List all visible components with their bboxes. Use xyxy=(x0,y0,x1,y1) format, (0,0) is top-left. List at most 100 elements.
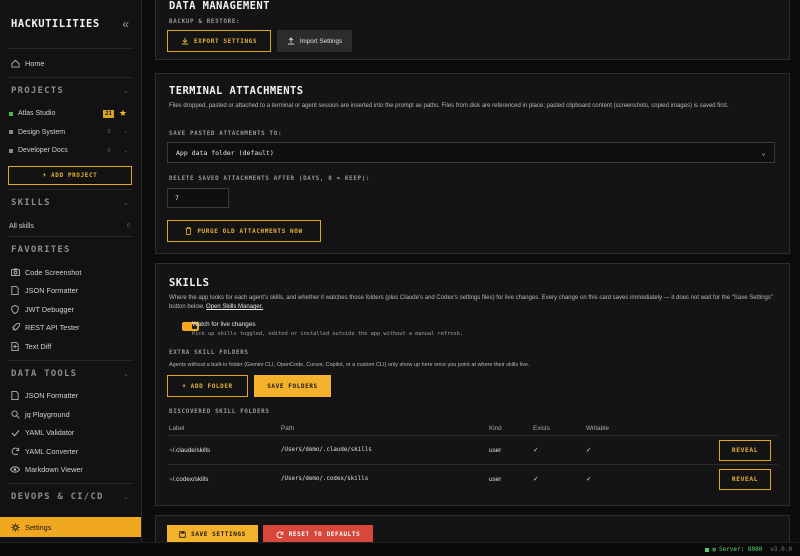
purge-attachments-button[interactable]: PURGE OLD ATTACHMENTS NOW xyxy=(167,220,321,242)
button-label: RESET TO DEFAULTS xyxy=(288,531,361,538)
refresh-icon xyxy=(276,531,283,538)
sidebar-item-label: Home xyxy=(25,58,45,68)
section-devops[interactable]: DEVOPS & CI/CD ⌄ xyxy=(0,484,141,510)
section-title: DATA TOOLS xyxy=(11,368,78,379)
chevron-down-icon: ⌄ xyxy=(123,370,129,378)
sidebar-item-label: Markdown Viewer xyxy=(25,465,83,475)
column-header: Kind xyxy=(489,424,502,432)
chevron-down-icon: ⌄ xyxy=(123,129,128,136)
folder-kind: user xyxy=(489,446,502,454)
sidebar-item-yaml-converter[interactable]: YAML Converter xyxy=(0,442,141,461)
column-header: Exists xyxy=(533,424,550,432)
project-badge: 21 xyxy=(103,109,114,118)
file-icon xyxy=(9,391,21,401)
button-label: Import Settings xyxy=(299,37,343,45)
section-title: PROJECTS xyxy=(11,86,64,96)
project-count: 0 xyxy=(107,147,111,154)
sidebar-item-rest-api-tester[interactable]: REST API Tester xyxy=(0,319,141,338)
card-title: SKILLS xyxy=(169,277,210,289)
save-folders-button[interactable]: SAVE FOLDERS xyxy=(254,375,331,397)
refresh-icon xyxy=(9,447,21,456)
add-project-button[interactable]: + ADD PROJECT xyxy=(8,166,132,185)
project-item[interactable]: Design System 0 ⌄ xyxy=(0,123,141,142)
column-header: Writable xyxy=(586,424,609,432)
save-settings-button[interactable]: SAVE SETTINGS xyxy=(167,525,258,542)
sidebar-item-markdown-viewer[interactable]: Markdown Viewer xyxy=(0,461,141,480)
exists-check-icon: ✓ xyxy=(533,475,539,483)
brand-header: HACKUTILITIES « xyxy=(0,0,141,48)
sidebar-item-label: JWT Debugger xyxy=(25,304,74,314)
watch-label: Watch for live changes xyxy=(192,321,256,328)
card-title: DATA MANAGEMENT xyxy=(169,0,270,12)
sidebar-item-jwt-debugger[interactable]: JWT Debugger xyxy=(0,300,141,319)
chevron-down-icon: ⌄ xyxy=(123,88,129,95)
home-icon xyxy=(9,59,21,68)
writable-check-icon: ✓ xyxy=(586,475,592,483)
check-icon xyxy=(9,429,21,437)
section-data-tools[interactable]: DATA TOOLS ⌄ xyxy=(0,361,141,387)
exists-check-icon: ✓ xyxy=(533,446,539,454)
sidebar-item-home[interactable]: Home xyxy=(0,54,141,73)
chevron-down-icon: ⌄ xyxy=(123,494,129,501)
reveal-button[interactable]: REVEAL xyxy=(719,439,771,461)
chevron-down-icon: ⌄ xyxy=(123,200,129,207)
card-description: Files dropped, pasted or attached to a t… xyxy=(169,103,729,109)
extra-folders-description: Agents without a built-in folder (Gemini… xyxy=(169,362,530,368)
watch-sublabel: Pick up skills toggled, edited or instal… xyxy=(192,331,464,337)
table-row: ~/.codex/skills /Users/demo/.codex/skill… xyxy=(169,464,778,493)
sidebar-item-text-diff[interactable]: Text Diff xyxy=(0,337,141,356)
save-icon xyxy=(179,531,186,538)
project-color-dot xyxy=(9,130,13,135)
column-header: Label xyxy=(169,424,185,432)
search-icon xyxy=(9,410,21,419)
writable-check-icon: ✓ xyxy=(586,446,592,454)
file-icon xyxy=(9,286,21,296)
chevron-down-icon: ⌄ xyxy=(123,147,128,154)
section-title: SKILLS xyxy=(11,198,51,208)
sidebar-item-label: Text Diff xyxy=(25,341,52,351)
sidebar-item-json-formatter-2[interactable]: JSON Formatter xyxy=(0,387,141,406)
shield-icon xyxy=(9,304,21,314)
section-title: FAVORITES xyxy=(11,245,71,255)
export-settings-button[interactable]: EXPORT SETTINGS xyxy=(167,30,271,52)
chevron-down-icon: ⌄ xyxy=(761,148,766,157)
sidebar-item-settings[interactable]: Settings xyxy=(0,517,141,537)
sidebar-item-label: YAML Validator xyxy=(25,428,75,438)
open-skills-manager-link[interactable]: Open Skills Manager. xyxy=(206,304,263,310)
project-count: 0 xyxy=(107,129,111,136)
section-favorites[interactable]: FAVORITES xyxy=(0,237,141,263)
table-row: ~/.claude/skills /Users/demo/.claude/ski… xyxy=(169,435,778,464)
sidebar-item-all-skills[interactable]: All skills 0 xyxy=(0,216,141,236)
select-value: App data folder (default) xyxy=(176,148,274,157)
sidebar-item-label: REST API Tester xyxy=(25,323,80,333)
folder-path: /Users/demo/.claude/skills xyxy=(281,447,372,453)
sidebar-item-label: JSON Formatter xyxy=(25,286,79,296)
app-version: v3.0.0 xyxy=(770,546,792,553)
project-name: Atlas Studio xyxy=(18,110,56,118)
sidebar-item-json-formatter[interactable]: JSON Formatter xyxy=(0,282,141,301)
collapse-sidebar-icon[interactable]: « xyxy=(122,17,129,31)
delete-days-input[interactable]: 7 xyxy=(167,188,229,208)
save-attachments-label: SAVE PASTED ATTACHMENTS TO: xyxy=(169,131,283,137)
server-status-dot xyxy=(705,547,710,552)
section-skills[interactable]: SKILLS ⌄ xyxy=(0,190,141,216)
file-diff-icon xyxy=(9,341,21,351)
reset-defaults-button[interactable]: RESET TO DEFAULTS xyxy=(263,525,373,542)
server-label: Server: 8080 xyxy=(718,546,763,553)
eye-icon xyxy=(9,466,21,473)
sidebar-item-jq-playground[interactable]: jq Playground xyxy=(0,405,141,424)
project-item[interactable]: Developer Docs 0 ⌄ xyxy=(0,142,141,161)
star-icon[interactable]: ★ xyxy=(119,108,127,119)
project-item[interactable]: Atlas Studio 21 ★ xyxy=(0,105,141,124)
server-status[interactable]: ◍ Server: 8080 xyxy=(712,546,762,553)
section-projects[interactable]: PROJECTS ⌄ xyxy=(0,78,141,105)
sidebar-item-label: jq Playground xyxy=(25,409,70,419)
sidebar: HACKUTILITIES « Home PROJECTS ⌄ Atlas St… xyxy=(0,0,142,542)
gear-icon xyxy=(9,522,21,532)
sidebar-item-code-screenshot[interactable]: Code Screenshot xyxy=(0,263,141,282)
save-attachments-select[interactable]: App data folder (default) ⌄ xyxy=(167,142,775,163)
sidebar-item-yaml-validator[interactable]: YAML Validator xyxy=(0,424,141,443)
add-folder-button[interactable]: + ADD FOLDER xyxy=(167,375,248,397)
import-settings-button[interactable]: Import Settings xyxy=(277,30,352,52)
reveal-button[interactable]: REVEAL xyxy=(719,468,771,490)
